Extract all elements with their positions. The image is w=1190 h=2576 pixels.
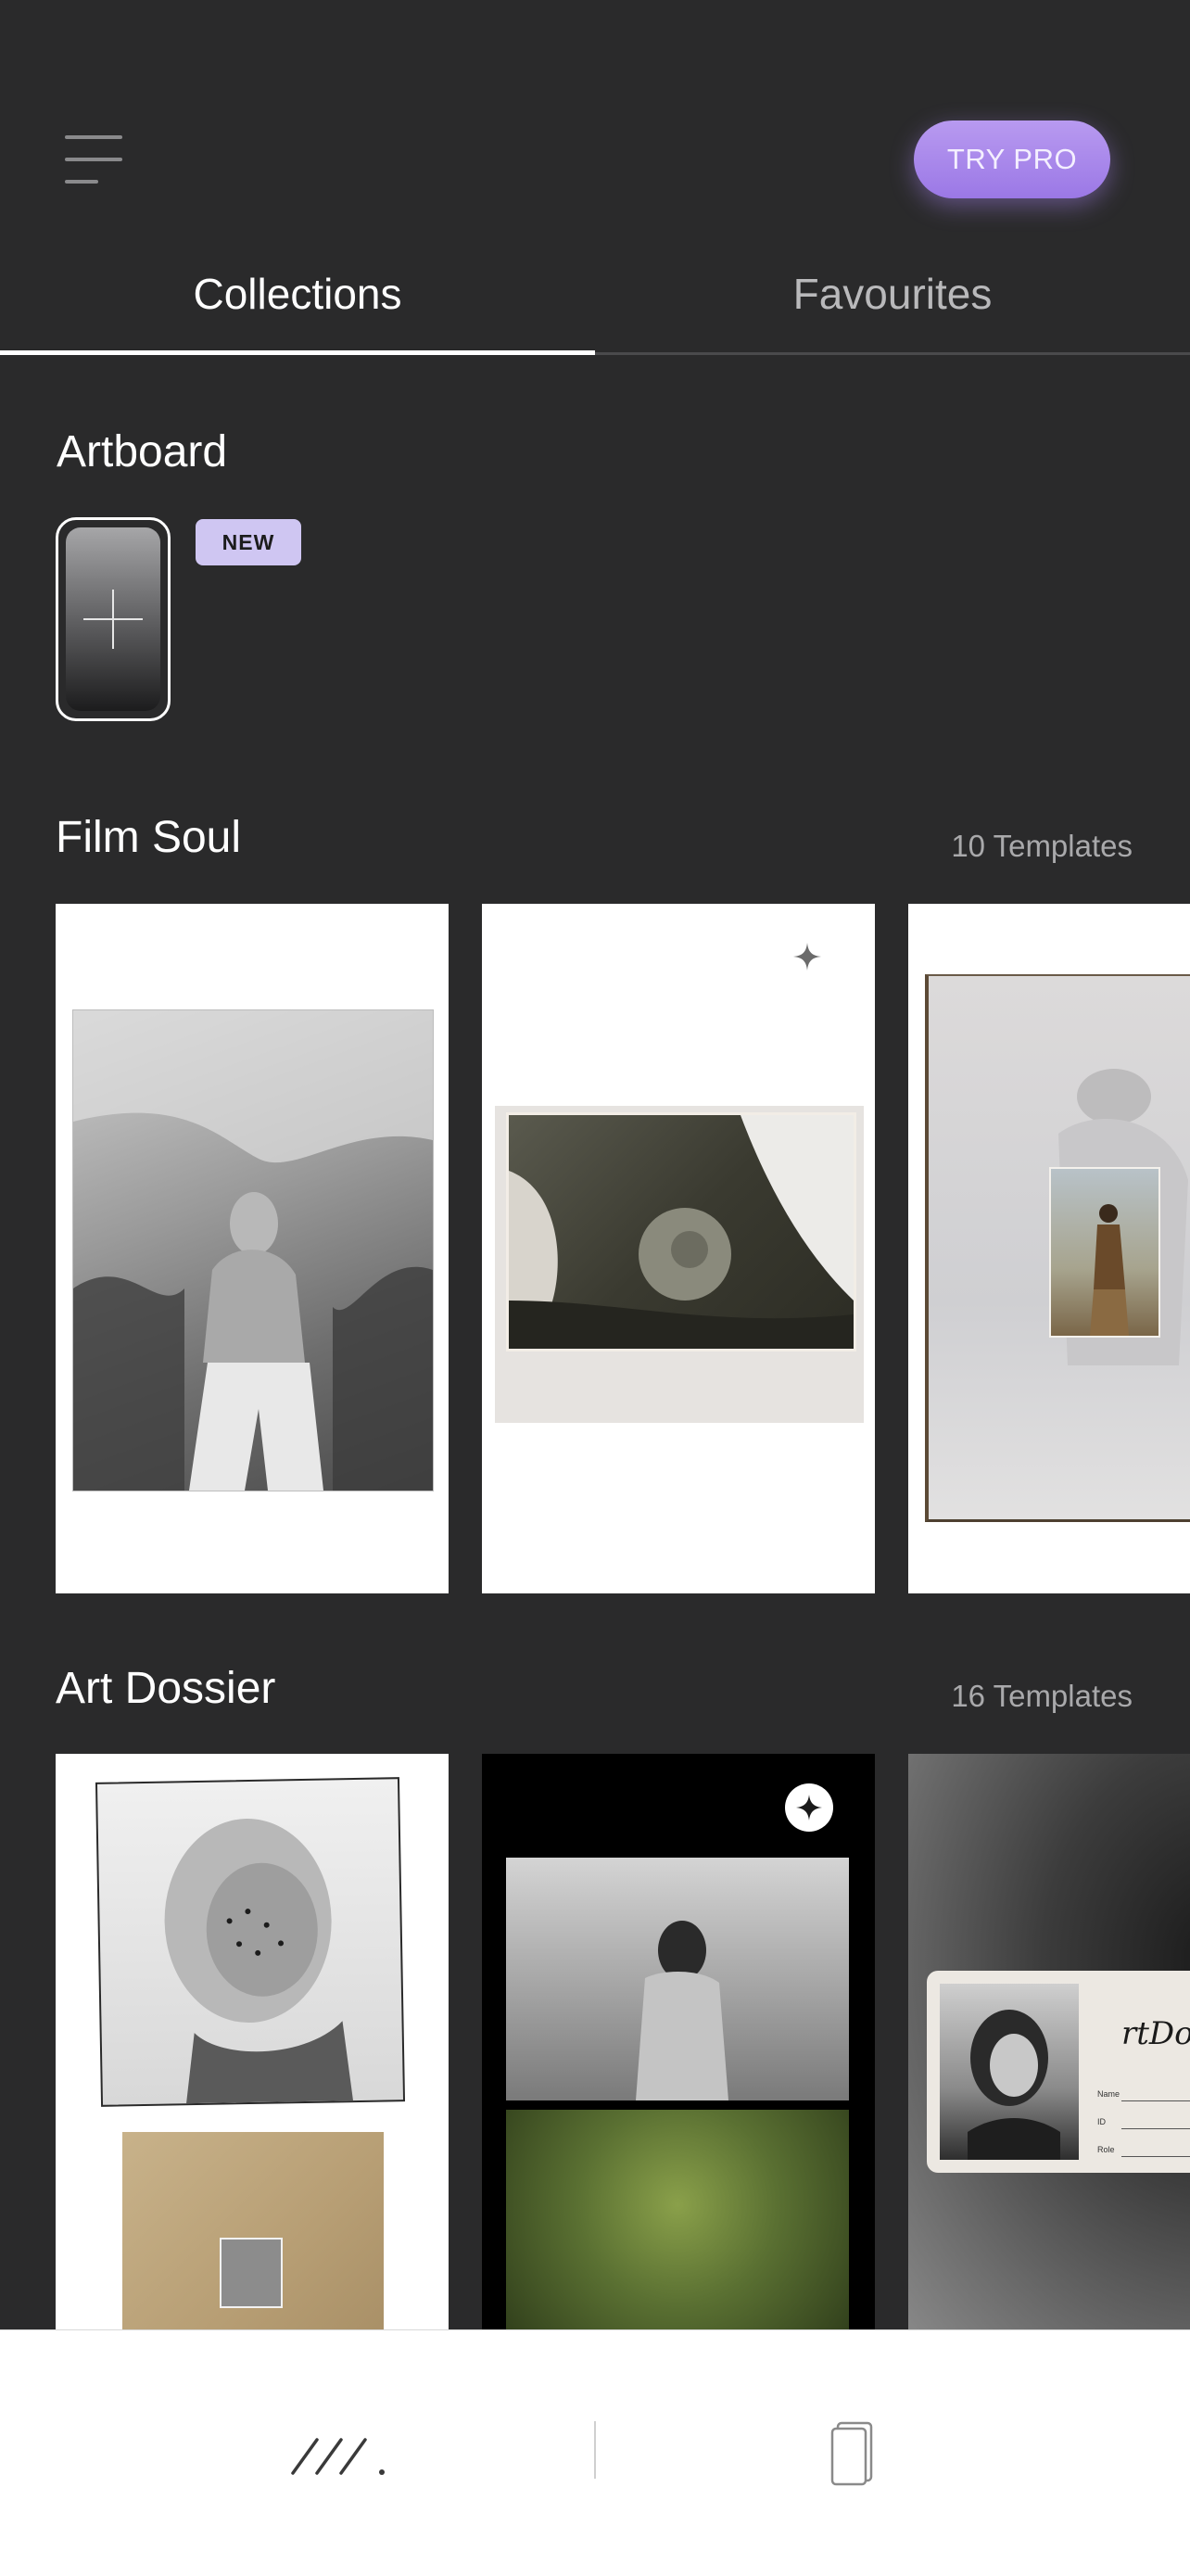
id-card-field-id: ID	[1097, 2117, 1106, 2126]
id-card-photo	[940, 1984, 1079, 2160]
sparkle-icon	[793, 943, 821, 971]
slashes-icon	[291, 2438, 385, 2475]
figure-illustration	[1090, 1204, 1129, 1336]
id-card-line	[1121, 2156, 1190, 2157]
template-photo	[122, 2132, 384, 2347]
sparkle-icon	[796, 1795, 822, 1821]
template-photo	[72, 1009, 434, 1491]
id-card-field-name: Name	[1097, 2089, 1120, 2099]
template-count-film-soul: 10 Templates	[951, 829, 1133, 863]
figure-illustration	[509, 1115, 854, 1349]
figure-illustration	[164, 1819, 354, 2104]
template-photo	[506, 1858, 849, 2100]
template-card-film-soul-2[interactable]	[482, 904, 875, 1593]
new-badge: NEW	[196, 519, 301, 565]
id-card: rtDo Name ID Role	[927, 1971, 1190, 2173]
section-title-artboard: Artboard	[57, 427, 228, 476]
id-card-line	[1121, 2100, 1190, 2101]
figure-illustration	[636, 1921, 728, 2100]
figure-illustration	[968, 2010, 1060, 2160]
try-pro-button[interactable]: TRY PRO	[914, 121, 1110, 198]
tab-collections[interactable]: Collections	[0, 269, 595, 319]
template-inset-photo	[1049, 1167, 1160, 1338]
figure-illustration	[73, 1010, 433, 1491]
tab-active-indicator	[0, 350, 595, 355]
sparkle-badge	[785, 1783, 833, 1832]
device-tab-button[interactable]	[829, 2421, 875, 2486]
template-photo	[506, 1112, 856, 1351]
id-card-line	[1121, 2128, 1190, 2129]
portrait-thumbnail	[220, 2238, 283, 2308]
bottom-bar-divider	[594, 2421, 596, 2479]
id-card-field-role: Role	[1097, 2145, 1115, 2154]
menu-button[interactable]	[65, 135, 122, 185]
template-photo	[95, 1777, 406, 2107]
templates-tab-button[interactable]	[289, 2434, 391, 2477]
section-title-film-soul: Film Soul	[56, 813, 242, 862]
phone-frame-icon	[830, 2421, 873, 2486]
new-artboard-button[interactable]	[56, 517, 171, 721]
template-card-art-dossier-2[interactable]	[482, 1754, 875, 2347]
id-card-logo: rtDo	[1121, 2015, 1190, 2052]
template-card-art-dossier-3[interactable]: rtDo Name ID Role	[908, 1754, 1190, 2347]
template-card-film-soul-1[interactable]	[56, 904, 449, 1593]
template-card-art-dossier-1[interactable]	[56, 1754, 449, 2347]
section-title-art-dossier: Art Dossier	[56, 1664, 276, 1713]
template-card-film-soul-3[interactable]	[908, 904, 1190, 1593]
template-photo	[506, 2110, 849, 2347]
template-count-art-dossier: 16 Templates	[951, 1679, 1133, 1713]
tab-favourites[interactable]: Favourites	[595, 269, 1190, 319]
